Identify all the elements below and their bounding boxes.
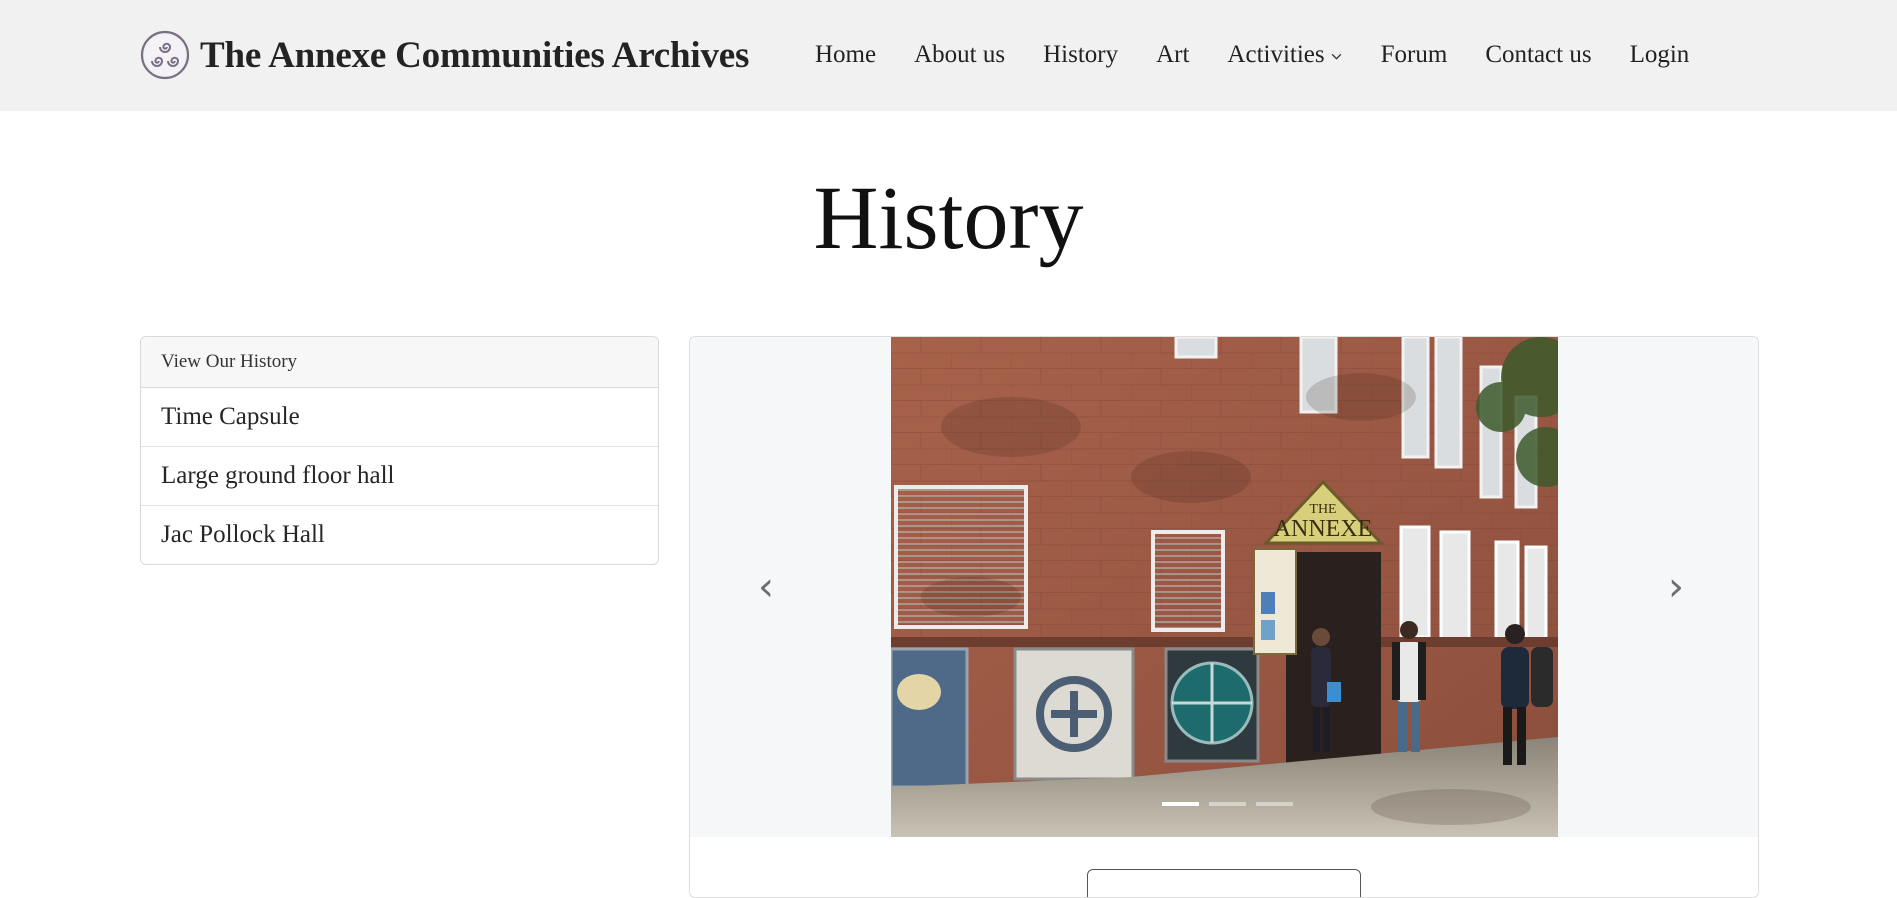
site-brand[interactable]: The Annexe Communities Archives [140,29,749,81]
nav-about-us[interactable]: About us [914,41,1005,69]
slide-sign-line2: ANNEXE [1274,516,1373,542]
history-item-jac-pollock-hall[interactable]: Jac Pollock Hall [141,506,658,564]
carousel-indicators [1162,802,1293,806]
carousel-next-button[interactable]: › [1668,567,1684,607]
nav-login[interactable]: Login [1630,41,1690,69]
carousel-indicator-1[interactable] [1162,802,1199,806]
nav-home[interactable]: Home [815,41,876,69]
page-title: History [813,169,1084,268]
nav-history[interactable]: History [1043,41,1118,69]
nav-forum[interactable]: Forum [1381,41,1448,69]
nav-contact-us[interactable]: Contact us [1485,41,1591,69]
site-title: The Annexe Communities Archives [200,34,750,76]
nav-art[interactable]: Art [1156,41,1189,69]
main-nav: Home About us History Art Activities For… [815,38,1689,72]
panel-header: View Our History [141,337,658,388]
nav-activities-label: Activities [1227,41,1325,68]
chevron-down-icon [1331,53,1341,60]
carousel-prev-button[interactable]: ‹ [758,567,774,607]
history-list-panel: View Our History Time Capsule Large grou… [140,336,659,565]
slide-sign-line1: THE [1309,502,1336,517]
nav-activities-dropdown[interactable]: Activities [1227,41,1342,69]
site-header: The Annexe Communities Archives Home Abo… [0,0,1897,111]
carousel-indicator-2[interactable] [1209,802,1246,806]
history-item-large-ground-floor-hall[interactable]: Large ground floor hall [141,447,658,506]
carousel-stage: THE ANNEXE ‹ › [690,337,1758,837]
carousel-caption-button[interactable] [1087,869,1361,897]
history-carousel: THE ANNEXE ‹ › [689,336,1759,898]
triple-spiral-logo-icon [140,30,190,80]
carousel-slide-image: THE ANNEXE [891,337,1558,837]
carousel-indicator-3[interactable] [1256,802,1293,806]
history-item-time-capsule[interactable]: Time Capsule [141,388,658,447]
